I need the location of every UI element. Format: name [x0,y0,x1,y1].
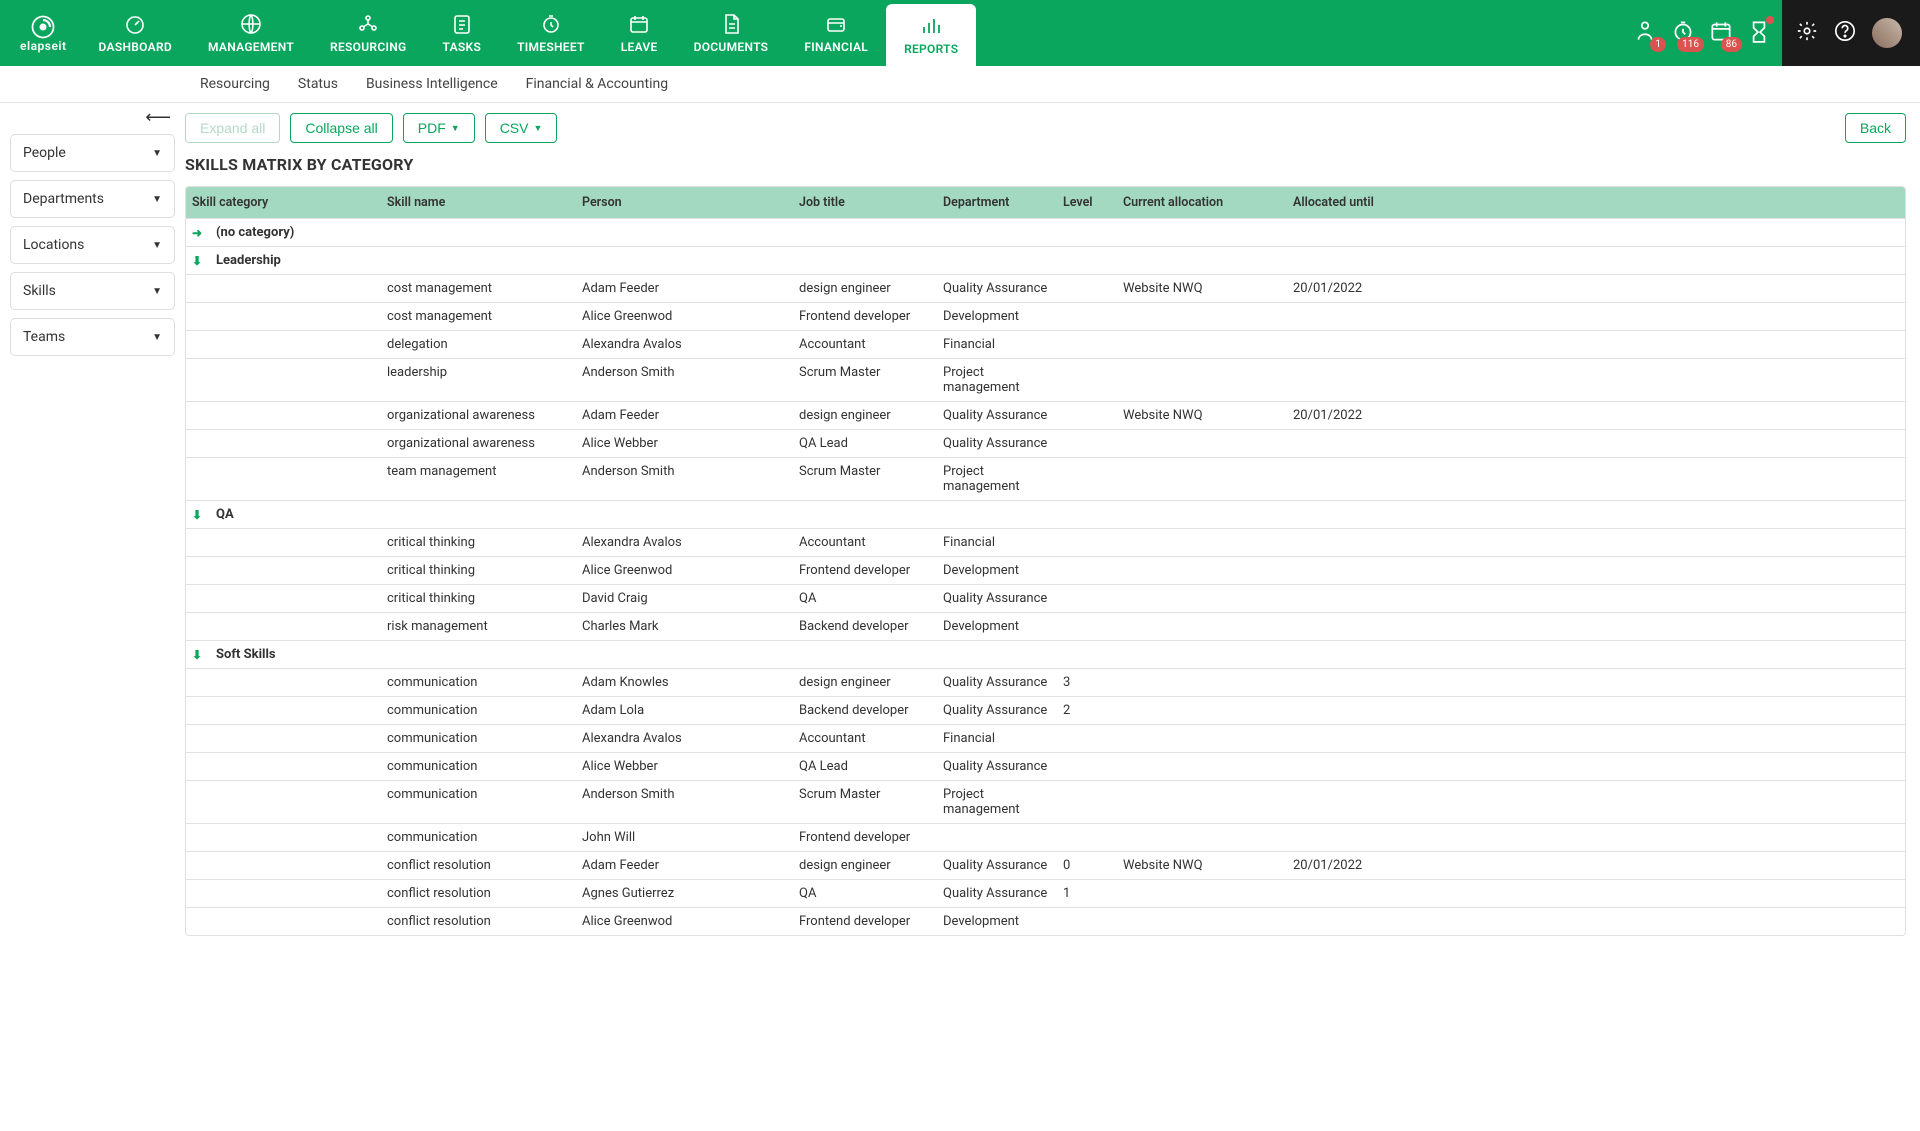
table-row: communicationAdam LolaBackend developerQ… [186,696,1905,724]
filter-skills[interactable]: Skills▼ [10,272,175,310]
expand-icon: ➜ [192,226,206,240]
table-row: critical thinkingDavid CraigQAQuality As… [186,584,1905,612]
table-row: conflict resolutionAdam Feederdesign eng… [186,851,1905,879]
logo[interactable]: elapseit [0,0,81,66]
nav-dashboard[interactable]: DASHBOARD [81,0,190,66]
collapse-icon: ⬇ [192,254,206,268]
column-header[interactable]: Person [576,187,793,218]
subtab-business-intelligence[interactable]: Business Intelligence [366,76,498,92]
collapse-icon: ⬇ [192,508,206,522]
table-row: cost managementAdam Feederdesign enginee… [186,274,1905,302]
alert-icon-3[interactable]: 86 [1708,18,1734,48]
nav-tasks[interactable]: TASKS [425,0,500,66]
collapse-icon: ⬇ [192,648,206,662]
table-row: communicationAnderson SmithScrum MasterP… [186,780,1905,823]
column-header[interactable]: Allocated until [1287,187,1905,218]
table-row: communicationJohn WillFrontend developer [186,823,1905,851]
table-row: communicationAlexandra AvalosAccountantF… [186,724,1905,752]
table-row: critical thinkingAlexandra AvalosAccount… [186,528,1905,556]
help-icon[interactable] [1834,20,1856,46]
avatar[interactable] [1872,18,1902,48]
table-row: conflict resolutionAgnes GutierrezQAQual… [186,879,1905,907]
table-row: communicationAdam Knowlesdesign engineer… [186,668,1905,696]
subtab-status[interactable]: Status [298,76,338,92]
sidebar: ⟵ People▼ Departments▼ Locations▼ Skills▼ Te… [0,103,185,956]
pdf-button[interactable]: PDF▼ [403,113,475,143]
group-row[interactable]: ⬇Soft Skills [186,640,1905,668]
column-header[interactable]: Skill name [381,187,576,218]
column-header[interactable]: Department [937,187,1057,218]
table-row: team managementAnderson SmithScrum Maste… [186,457,1905,500]
subtab-resourcing[interactable]: Resourcing [200,76,270,92]
nav-documents[interactable]: DOCUMENTS [676,0,787,66]
alert-icon-2[interactable]: 116 [1670,18,1696,48]
table-row: critical thinkingAlice GreenwodFrontend … [186,556,1905,584]
nav-reports[interactable]: REPORTS [886,4,976,66]
chevron-down-icon: ▼ [152,286,162,297]
group-row[interactable]: ⬇Leadership [186,246,1905,274]
sub-tabs: Resourcing Status Business Intelligence Fin… [0,66,1920,103]
column-header[interactable]: Level [1057,187,1117,218]
filter-people[interactable]: People▼ [10,134,175,172]
column-header[interactable]: Current allocation [1117,187,1287,218]
alert-icon-1[interactable]: 1 [1632,18,1658,48]
collapse-sidebar-icon[interactable]: ⟵ [10,107,175,134]
settings-icon[interactable] [1796,20,1818,46]
subtab-financial-accounting[interactable]: Financial & Accounting [526,76,668,92]
chevron-down-icon: ▼ [152,194,162,205]
table-row: leadershipAnderson SmithScrum MasterProj… [186,358,1905,401]
filter-locations[interactable]: Locations▼ [10,226,175,264]
nav-financial[interactable]: FINANCIAL [786,0,886,66]
nav-management[interactable]: MANAGEMENT [190,0,312,66]
filter-departments[interactable]: Departments▼ [10,180,175,218]
expand-all-button[interactable]: Expand all [185,113,280,143]
csv-button[interactable]: CSV▼ [485,113,558,143]
page-title: SKILLS MATRIX BY CATEGORY [185,155,1906,174]
back-button[interactable]: Back [1845,113,1906,143]
chevron-down-icon: ▼ [152,332,162,343]
skills-table: Skill categorySkill namePersonJob titleD… [185,186,1906,936]
chevron-down-icon: ▼ [152,148,162,159]
table-row: cost managementAlice GreenwodFrontend de… [186,302,1905,330]
alert-icon-4[interactable] [1746,18,1772,48]
toolbar: Expand all Collapse all PDF▼ CSV▼ Back [185,113,1906,143]
table-row: organizational awarenessAdam Feederdesig… [186,401,1905,429]
column-header[interactable]: Job title [793,187,937,218]
nav-resourcing[interactable]: RESOURCING [312,0,424,66]
group-row[interactable]: ➜(no category) [186,218,1905,246]
top-nav: elapseit DASHBOARDMANAGEMENTRESOURCINGTA… [0,0,1920,66]
filter-teams[interactable]: Teams▼ [10,318,175,356]
table-row: delegationAlexandra AvalosAccountantFina… [186,330,1905,358]
column-header[interactable]: Skill category [186,187,381,218]
table-row: organizational awarenessAlice WebberQA L… [186,429,1905,457]
chevron-down-icon: ▼ [152,240,162,251]
group-row[interactable]: ⬇QA [186,500,1905,528]
table-row: risk managementCharles MarkBackend devel… [186,612,1905,640]
collapse-all-button[interactable]: Collapse all [290,113,392,143]
brand-text: elapseit [20,39,67,53]
nav-leave[interactable]: LEAVE [603,0,676,66]
table-row: communicationAlice WebberQA LeadQuality … [186,752,1905,780]
nav-timesheet[interactable]: TIMESHEET [499,0,603,66]
table-row: conflict resolutionAlice GreenwodFronten… [186,907,1905,935]
